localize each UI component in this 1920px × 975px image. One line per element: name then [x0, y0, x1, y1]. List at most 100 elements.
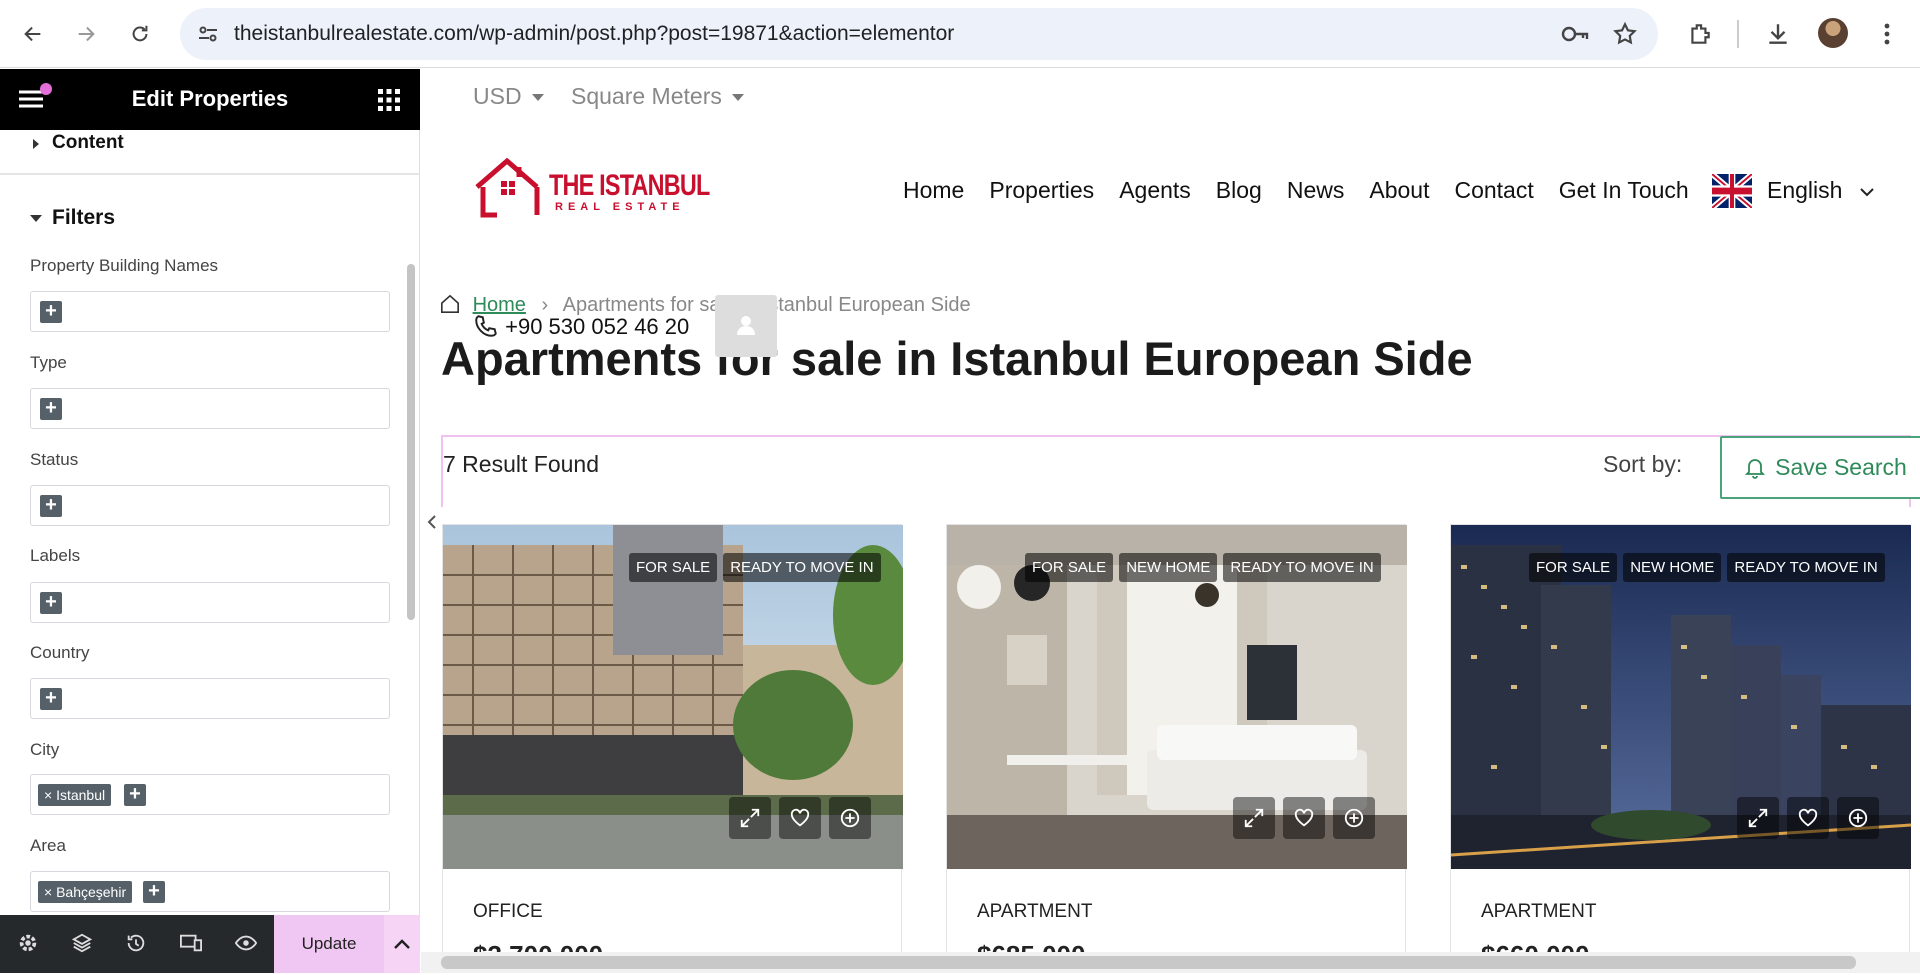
collapse-panel-icon[interactable]	[421, 502, 443, 542]
save-search-label: Save Search	[1775, 454, 1907, 480]
add-icon[interactable]: +	[40, 495, 62, 517]
filter-area-select[interactable]: × Bahçeşehir +	[30, 871, 390, 912]
password-key-icon[interactable]	[1560, 21, 1590, 52]
save-search-button[interactable]: Save Search	[1720, 436, 1920, 499]
filter-label-labels: Labels	[30, 546, 81, 565]
filter-building-names-select[interactable]: +	[30, 291, 390, 332]
listing-card[interactable]: FOR SALE NEW HOME READY TO MOVE IN APART…	[1450, 524, 1911, 973]
content-section-label: Content	[52, 132, 124, 153]
add-icon[interactable]: +	[40, 688, 62, 710]
listing-type: APARTMENT	[1481, 901, 1597, 922]
phone-number: +90 530 052 46 20	[505, 314, 690, 339]
nav-properties[interactable]: Properties	[989, 177, 1094, 204]
chevron-down-icon	[531, 94, 544, 102]
add-icon[interactable]: +	[40, 398, 62, 420]
listing-photo[interactable]: FOR SALE NEW HOME READY TO MOVE IN	[947, 525, 1407, 869]
home-icon	[441, 294, 459, 313]
agent-phone[interactable]: +90 530 052 46 20	[473, 313, 689, 340]
favorite-heart-icon[interactable]	[779, 797, 821, 839]
back-icon[interactable]	[13, 14, 53, 54]
logo-subtitle: REAL ESTATE	[555, 201, 685, 213]
currency-select[interactable]: USD	[473, 83, 544, 110]
uk-flag-icon[interactable]	[1712, 174, 1752, 208]
browser-menu-icon[interactable]	[1867, 14, 1907, 54]
navigator-layers-icon[interactable]	[68, 929, 96, 957]
filter-labels-select[interactable]: +	[30, 582, 390, 623]
panel-scrollbar[interactable]	[407, 264, 415, 620]
nav-blog[interactable]: Blog	[1216, 177, 1262, 204]
compare-plus-icon[interactable]	[1333, 797, 1375, 839]
settings-gear-icon[interactable]	[14, 929, 42, 957]
caret-right-icon	[33, 139, 39, 149]
widgets-grid-icon[interactable]	[378, 89, 400, 116]
badge: READY TO MOVE IN	[1727, 553, 1885, 582]
filter-country-select[interactable]: +	[30, 678, 390, 719]
nav-news[interactable]: News	[1287, 177, 1345, 204]
history-icon[interactable]	[122, 929, 150, 957]
listing-photo[interactable]: FOR SALE READY TO MOVE IN	[443, 525, 903, 869]
bookmark-star-icon[interactable]	[1612, 21, 1638, 52]
filters-section-toggle[interactable]: Filters	[0, 190, 410, 240]
listing-card[interactable]: FOR SALE READY TO MOVE IN OFFICE $3,700,…	[442, 524, 903, 973]
site-info-icon[interactable]	[196, 22, 220, 51]
unit-select[interactable]: Square Meters	[571, 83, 744, 110]
filter-label-type: Type	[30, 353, 67, 372]
panel-footer: Update	[0, 915, 420, 973]
preview-eye-icon[interactable]	[232, 929, 260, 957]
badge: FOR SALE	[1025, 553, 1114, 582]
language-value: English	[1767, 177, 1843, 203]
add-icon[interactable]: +	[40, 301, 62, 323]
profile-avatar[interactable]	[1818, 18, 1848, 48]
panel-header: Edit Properties	[0, 69, 420, 130]
expand-icon[interactable]	[1233, 797, 1275, 839]
badge: READY TO MOVE IN	[1223, 553, 1381, 582]
expand-icon[interactable]	[729, 797, 771, 839]
listing-card[interactable]: FOR SALE NEW HOME READY TO MOVE IN APART…	[946, 524, 1407, 973]
add-icon[interactable]: +	[40, 592, 62, 614]
logo-title: THE ISTANBUL	[549, 169, 710, 202]
city-tag[interactable]: × Istanbul	[38, 784, 112, 806]
user-placeholder-icon	[737, 316, 755, 335]
horizontal-scrollbar[interactable]	[421, 952, 1920, 973]
filter-type-select[interactable]: +	[30, 388, 390, 429]
language-select[interactable]: English	[1767, 177, 1875, 204]
download-icon[interactable]	[1758, 14, 1798, 54]
chevron-up-icon[interactable]	[384, 915, 420, 973]
favorite-heart-icon[interactable]	[1787, 797, 1829, 839]
bell-icon	[1745, 458, 1766, 479]
chevron-down-icon	[731, 94, 744, 102]
phone-icon	[475, 315, 497, 337]
reload-icon[interactable]	[120, 14, 160, 54]
filter-label-status: Status	[30, 450, 79, 469]
extensions-icon[interactable]	[1680, 14, 1720, 54]
add-icon[interactable]: +	[124, 784, 146, 806]
compare-plus-icon[interactable]	[1837, 797, 1879, 839]
expand-icon[interactable]	[1737, 797, 1779, 839]
forward-icon[interactable]	[66, 14, 106, 54]
agent-avatar[interactable]	[715, 295, 777, 357]
tag-remove-icon[interactable]: ×	[44, 787, 52, 803]
content-section-toggle[interactable]: Content	[0, 130, 420, 175]
main-navigation: Home Properties Agents Blog News About C…	[903, 177, 1714, 204]
add-icon[interactable]: +	[143, 881, 165, 903]
nav-home[interactable]: Home	[903, 177, 964, 204]
area-tag[interactable]: × Bahçeşehir	[38, 881, 133, 903]
filter-status-select[interactable]: +	[30, 485, 390, 526]
scrollbar-thumb[interactable]	[441, 956, 1856, 969]
update-button[interactable]: Update	[274, 915, 384, 973]
badge: FOR SALE	[629, 553, 718, 582]
address-bar[interactable]: theistanbulrealestate.com/wp-admin/post.…	[180, 8, 1658, 60]
badge: READY TO MOVE IN	[723, 553, 881, 582]
compare-plus-icon[interactable]	[829, 797, 871, 839]
nav-contact[interactable]: Contact	[1454, 177, 1533, 204]
favorite-heart-icon[interactable]	[1283, 797, 1325, 839]
nav-about[interactable]: About	[1369, 177, 1429, 204]
currency-value: USD	[473, 83, 522, 109]
nav-get-in-touch[interactable]: Get In Touch	[1559, 177, 1689, 204]
filter-city-select[interactable]: × Istanbul +	[30, 774, 390, 815]
responsive-mode-icon[interactable]	[177, 929, 205, 957]
listing-photo[interactable]: FOR SALE NEW HOME READY TO MOVE IN	[1451, 525, 1911, 869]
tag-remove-icon[interactable]: ×	[44, 884, 52, 900]
site-logo[interactable]: THE ISTANBUL REAL ESTATE	[473, 157, 723, 219]
nav-agents[interactable]: Agents	[1119, 177, 1191, 204]
